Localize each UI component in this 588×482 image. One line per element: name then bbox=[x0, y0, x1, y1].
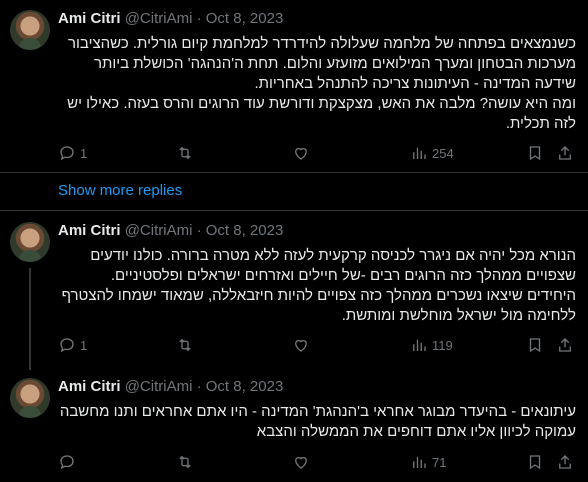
share-icon bbox=[559, 455, 571, 469]
share-button[interactable] bbox=[556, 453, 574, 471]
tweet[interactable]: Ami Citri @CitriAmi · Oct 8, 2023 כשנמצא… bbox=[0, 0, 588, 172]
reply-count: 1 bbox=[80, 337, 88, 353]
tweet-actions: 1 254 bbox=[58, 144, 576, 164]
tweet-actions: 1 119 bbox=[58, 336, 576, 356]
tweet-text: כשנמצאים בפתחה של מלחמה שעלולה להידרדר ל… bbox=[58, 34, 576, 134]
tweet-text: עיתונאים - בהיעדר מבוגר אחראי ב'הנהגת' ה… bbox=[58, 402, 576, 442]
text-line: שידעה המדינה - העיתונות צריכה להתנהל באח… bbox=[254, 75, 576, 92]
retweet-button[interactable] bbox=[176, 336, 194, 354]
retweet-icon bbox=[179, 338, 191, 352]
share-button[interactable] bbox=[556, 336, 574, 354]
author-handle[interactable]: @CitriAmi bbox=[125, 378, 193, 395]
tweet-header: Ami Citri @CitriAmi · Oct 8, 2023 bbox=[58, 10, 283, 27]
views-count: 254 bbox=[432, 145, 454, 161]
tweet-actions: 71 bbox=[58, 453, 576, 473]
tweet-text: הנורא מכל יהיה אם ניגרר לכניסה קרקעית לע… bbox=[58, 246, 576, 326]
text-line: עמוקה לכיוון אליו אתם דוחפים את הממשלה ו… bbox=[256, 423, 576, 440]
heart-icon bbox=[295, 339, 307, 352]
bookmark-button[interactable] bbox=[526, 144, 544, 162]
text-line: היחידים שיצאו נשכרים ממהלך כזה צפויים לה… bbox=[61, 287, 576, 304]
reply-count: 1 bbox=[80, 145, 88, 161]
views-button[interactable]: 71 bbox=[410, 453, 446, 471]
retweet-button[interactable] bbox=[176, 144, 194, 162]
heart-icon bbox=[295, 456, 307, 469]
tweet-header: Ami Citri @CitriAmi · Oct 8, 2023 bbox=[58, 378, 283, 395]
like-button[interactable] bbox=[292, 336, 310, 354]
bookmark-button[interactable] bbox=[526, 453, 544, 471]
thread-line bbox=[29, 268, 31, 370]
views-icon bbox=[413, 147, 426, 159]
tweet-date[interactable]: · Oct 8, 2023 bbox=[197, 378, 284, 395]
text-line: שצפויים ממהלך כזה הרוגים רבים -של חיילים… bbox=[110, 267, 576, 284]
author-name[interactable]: Ami Citri bbox=[58, 378, 121, 395]
views-count: 71 bbox=[432, 454, 447, 470]
text-line: כשנמצאים בפתחה של מלחמה שעלולה להידרדר ל… bbox=[68, 35, 576, 52]
reply-button[interactable] bbox=[58, 453, 80, 471]
reply-icon bbox=[60, 455, 74, 470]
reply-icon bbox=[60, 146, 74, 161]
text-line: ומה היא עושה? מלבה את האש, מצקצקת ודורשת… bbox=[67, 95, 576, 112]
tweet[interactable]: Ami Citri @CitriAmi · Oct 8, 2023 עיתונא… bbox=[0, 368, 588, 482]
share-button[interactable] bbox=[556, 144, 574, 162]
tweet-date[interactable]: · Oct 8, 2023 bbox=[197, 10, 284, 27]
tweet-date[interactable]: · Oct 8, 2023 bbox=[197, 222, 284, 239]
text-line: ללחימה מול ישראל מוחלשת ומותשת. bbox=[341, 307, 576, 324]
like-button[interactable] bbox=[292, 453, 310, 471]
like-button[interactable] bbox=[292, 144, 310, 162]
reply-icon bbox=[60, 338, 74, 353]
avatar[interactable] bbox=[10, 10, 50, 50]
views-button[interactable]: 119 bbox=[410, 336, 453, 354]
views-icon bbox=[413, 456, 426, 468]
text-line: לזה תכלית. bbox=[505, 115, 576, 132]
tweet[interactable]: Ami Citri @CitriAmi · Oct 8, 2023 הנורא … bbox=[0, 210, 588, 370]
divider bbox=[0, 172, 588, 173]
heart-icon bbox=[295, 147, 307, 160]
text-line: עיתונאים - בהיעדר מבוגר אחראי ב'הנהגת' ה… bbox=[59, 403, 576, 420]
bookmark-icon bbox=[529, 455, 541, 470]
tweet-header: Ami Citri @CitriAmi · Oct 8, 2023 bbox=[58, 222, 283, 239]
share-icon bbox=[559, 146, 571, 160]
avatar[interactable] bbox=[10, 378, 50, 418]
views-icon bbox=[413, 339, 426, 351]
author-name[interactable]: Ami Citri bbox=[58, 10, 121, 27]
bookmark-icon bbox=[529, 146, 541, 161]
text-line: הנורא מכל יהיה אם ניגרר לכניסה קרקעית לע… bbox=[90, 247, 576, 264]
reply-button[interactable]: 1 bbox=[58, 144, 87, 162]
bookmark-button[interactable] bbox=[526, 336, 544, 354]
author-name[interactable]: Ami Citri bbox=[58, 222, 121, 239]
show-more-replies-link[interactable]: Show more replies bbox=[58, 182, 182, 199]
text-line: מערכות הבטחון ומערך המילואים מזועזע והלו… bbox=[94, 55, 576, 72]
retweet-icon bbox=[179, 146, 191, 160]
views-count: 119 bbox=[432, 337, 453, 353]
retweet-icon bbox=[179, 455, 191, 469]
views-button[interactable]: 254 bbox=[410, 144, 454, 162]
author-handle[interactable]: @CitriAmi bbox=[125, 222, 193, 239]
avatar[interactable] bbox=[10, 222, 50, 262]
bookmark-icon bbox=[529, 338, 541, 353]
author-handle[interactable]: @CitriAmi bbox=[125, 10, 193, 27]
share-icon bbox=[559, 338, 571, 352]
retweet-button[interactable] bbox=[176, 453, 194, 471]
reply-button[interactable]: 1 bbox=[58, 336, 87, 354]
